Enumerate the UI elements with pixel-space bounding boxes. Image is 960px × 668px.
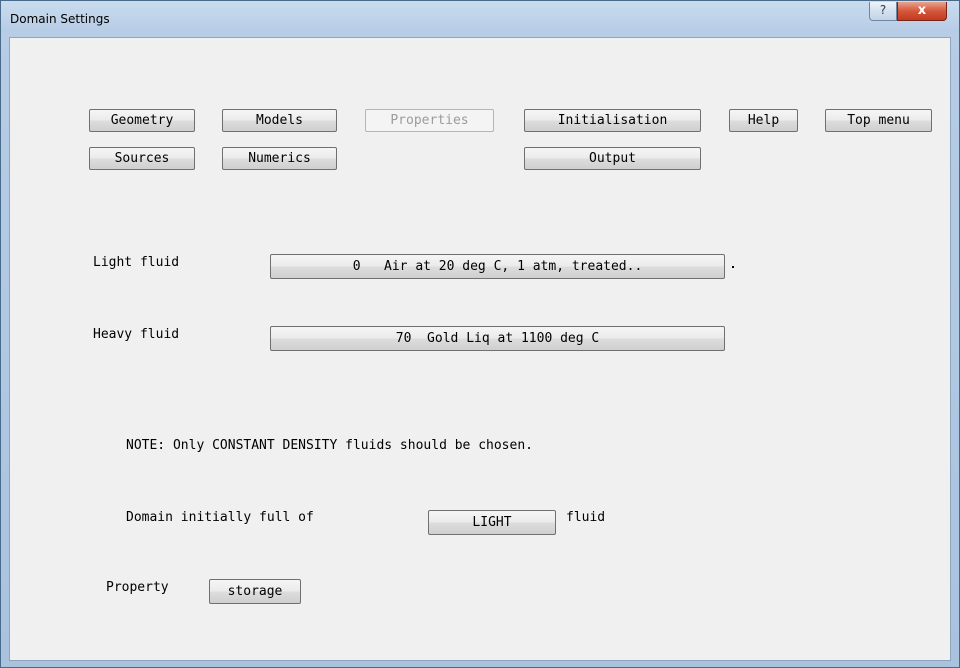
heavy-fluid-label: Heavy fluid	[93, 327, 180, 342]
settings-panel: Geometry Models Properties Initialisatio…	[9, 37, 951, 661]
light-fluid-label: Light fluid	[93, 255, 180, 270]
property-label: Property	[106, 580, 169, 595]
light-fluid-selector[interactable]: 0 Air at 20 deg C, 1 atm, treated..	[270, 254, 725, 279]
properties-button: Properties	[365, 109, 494, 132]
close-icon[interactable]: x	[897, 2, 947, 21]
heavy-fluid-selector[interactable]: 70 Gold Liq at 1100 deg C	[270, 326, 725, 351]
title-bar[interactable]: Domain Settings ? x	[1, 1, 959, 37]
top-menu-button[interactable]: Top menu	[825, 109, 932, 132]
initialisation-button[interactable]: Initialisation	[524, 109, 701, 132]
geometry-button[interactable]: Geometry	[89, 109, 195, 132]
property-storage-button[interactable]: storage	[209, 579, 301, 604]
output-button[interactable]: Output	[524, 147, 701, 170]
help-icon[interactable]: ?	[869, 2, 897, 21]
domain-fill-toggle[interactable]: LIGHT	[428, 510, 556, 535]
domain-settings-window: Domain Settings ? x Geometry Models Prop…	[0, 0, 960, 668]
domain-fill-label: Domain initially full of	[126, 510, 314, 525]
numerics-button[interactable]: Numerics	[222, 147, 337, 170]
models-button[interactable]: Models	[222, 109, 337, 132]
domain-fill-suffix: fluid	[566, 510, 606, 525]
constant-density-note: NOTE: Only CONSTANT DENSITY fluids shoul…	[126, 438, 533, 453]
help-button[interactable]: Help	[729, 109, 798, 132]
window-title: Domain Settings	[10, 12, 110, 26]
separator-dot	[732, 266, 734, 268]
sources-button[interactable]: Sources	[89, 147, 195, 170]
